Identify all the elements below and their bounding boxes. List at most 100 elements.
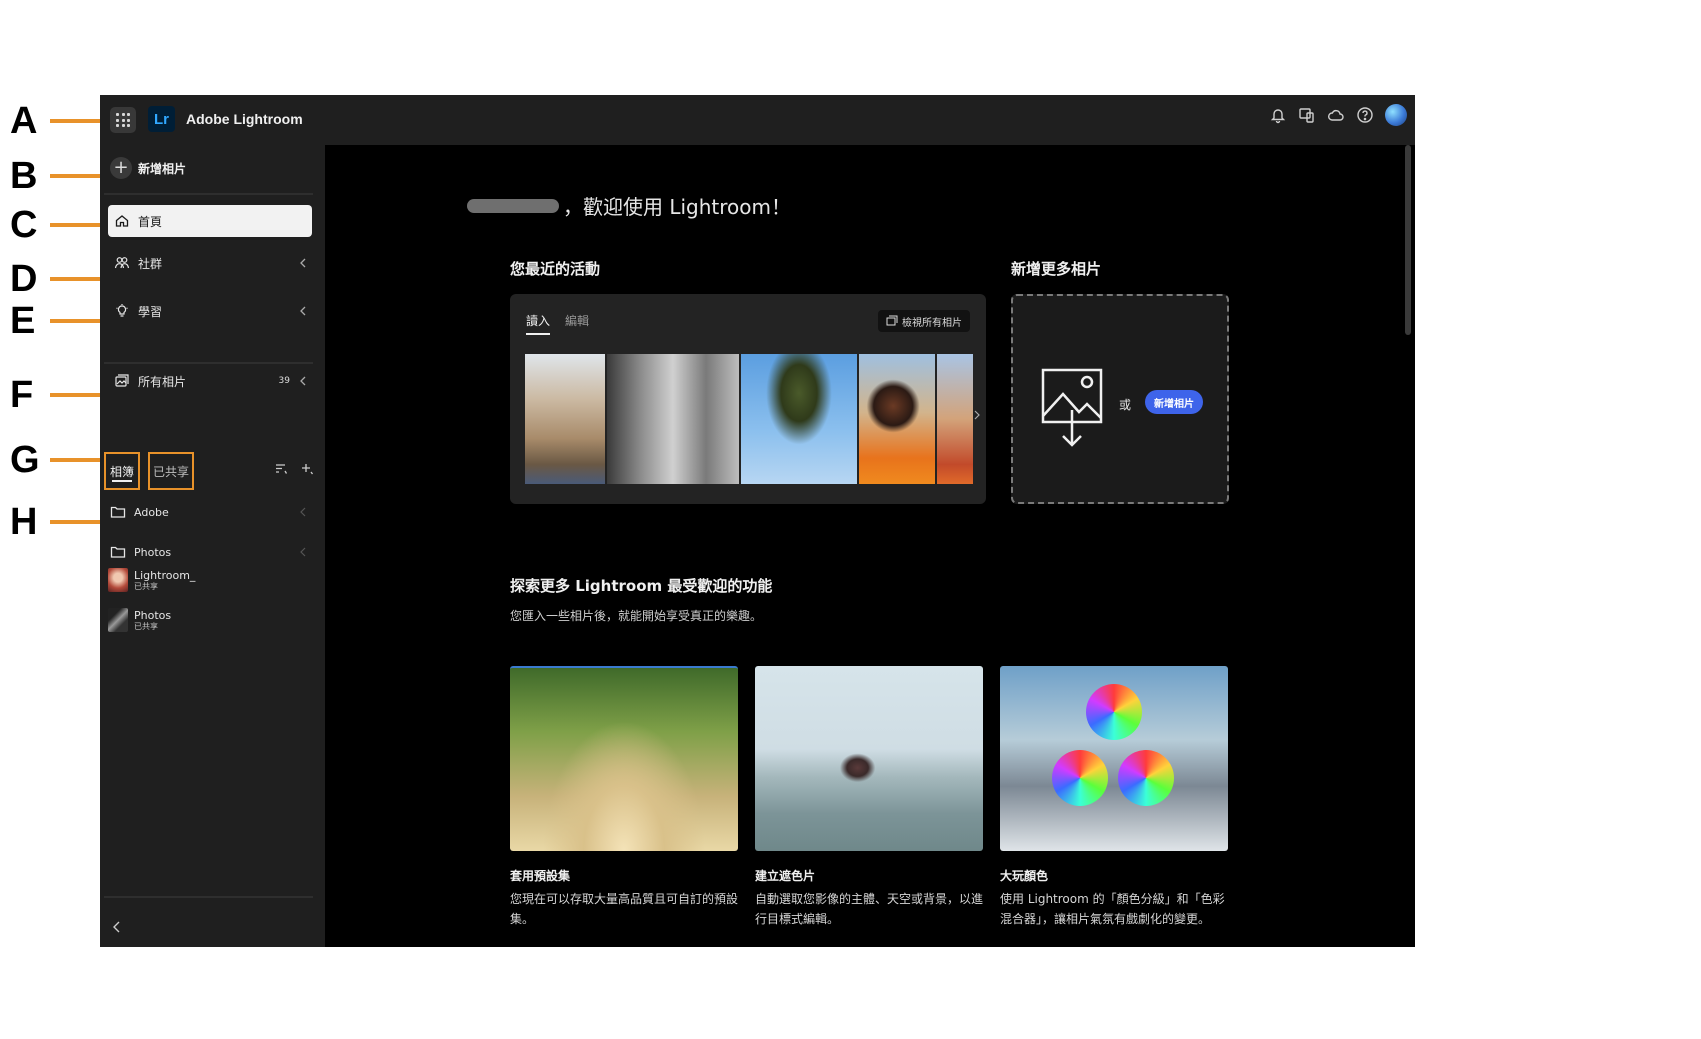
main-content: ，歡迎使用 Lightroom！ 您最近的活動 新增更多相片 讀入 編輯 檢視所…: [325, 145, 1415, 947]
chevron-left-icon[interactable]: [296, 303, 310, 319]
chevron-right-icon[interactable]: [972, 408, 982, 422]
app-window: Lr Adobe Lightroom + 新增相片 首頁 社群 學習 所有相片 …: [100, 95, 1415, 947]
sidebar-item-home[interactable]: 首頁: [108, 205, 312, 237]
recent-activity-heading: 您最近的活動: [510, 260, 601, 278]
photos-icon: [886, 315, 898, 326]
callout-a: A: [10, 100, 108, 142]
recent-photo-street-bw[interactable]: [607, 354, 739, 484]
recent-activity-card: 讀入 編輯 檢視所有相片: [510, 294, 986, 504]
feature-description: 自動選取您影像的主體、天空或背景，以進行目標式編輯。: [755, 892, 984, 926]
lightroom-logo: Lr: [148, 106, 175, 132]
chevron-left-icon[interactable]: [298, 506, 308, 518]
top-bar: Lr Adobe Lightroom: [100, 95, 1415, 145]
feature-title: 套用預設集: [510, 869, 571, 883]
tab-albums[interactable]: 相簿: [104, 452, 140, 490]
album-status: 已共享: [134, 581, 158, 591]
tab-shared[interactable]: 已共享: [148, 452, 194, 490]
photos-icon: [115, 374, 129, 387]
callout-g: G: [10, 439, 106, 481]
devices-icon[interactable]: [1298, 106, 1316, 124]
add-photos-label: 新增相片: [138, 161, 187, 176]
callout-e: E: [10, 300, 108, 342]
feature-card-presets[interactable]: 套用預設集 您現在可以存取大量高品質且可自訂的預設集。: [510, 666, 738, 929]
feature-image: [1000, 666, 1228, 851]
recent-photo-portrait[interactable]: [859, 354, 935, 484]
help-icon[interactable]: [1356, 106, 1374, 124]
callout-f: F: [10, 374, 108, 416]
collapse-sidebar-icon[interactable]: [110, 919, 124, 935]
tab-import[interactable]: 讀入: [526, 312, 551, 335]
chevron-left-icon[interactable]: [296, 373, 310, 389]
add-more-heading: 新增更多相片: [1011, 260, 1102, 278]
feature-card-masks[interactable]: 建立遮色片 自動選取您影像的主體、天空或背景，以進行目標式編輯。: [755, 666, 983, 929]
album-actions: [274, 462, 314, 476]
album-thumbnail: [108, 568, 128, 592]
album-title: Lightroom_: [134, 568, 196, 582]
sort-icon[interactable]: [274, 462, 288, 476]
feature-title: 建立遮色片: [755, 869, 816, 883]
album-label: Photos: [134, 545, 172, 559]
explore-heading: 探索更多 Lightroom 最受歡迎的功能: [510, 577, 773, 595]
recent-photo-cathedral[interactable]: [525, 354, 605, 484]
sidebar-item-label: 學習: [138, 304, 163, 319]
folder-icon: [110, 506, 126, 518]
shared-album-photos[interactable]: Photos 已共享: [108, 608, 171, 632]
album-item-adobe[interactable]: Adobe: [110, 505, 310, 519]
album-status: 已共享: [134, 621, 158, 631]
recent-photo-strip: [525, 354, 973, 484]
sidebar: + 新增相片 首頁 社群 學習 所有相片 39 相簿 已共享 Adobe Pho…: [100, 145, 325, 947]
avatar[interactable]: [1385, 104, 1407, 126]
bell-icon[interactable]: [1269, 106, 1287, 124]
top-icon-group: [1269, 104, 1407, 126]
album-item-photos[interactable]: Photos: [110, 545, 310, 559]
feature-image: [510, 666, 738, 851]
scrollbar[interactable]: [1405, 145, 1411, 335]
cloud-icon[interactable]: [1327, 106, 1345, 124]
or-label: 或: [1119, 398, 1132, 412]
color-wheel: [1118, 750, 1174, 806]
feature-description: 使用 Lightroom 的「顏色分級」和「色彩混合器」，讓相片氣氛有戲劇化的變…: [1000, 892, 1225, 926]
sidebar-item-all-photos[interactable]: 所有相片 39: [108, 365, 312, 397]
chevron-left-icon[interactable]: [298, 546, 308, 558]
add-photos-blue-button[interactable]: 新增相片: [1145, 390, 1203, 414]
tab-edit[interactable]: 編輯: [565, 312, 589, 329]
folder-icon: [110, 546, 126, 558]
feature-description: 您現在可以存取大量高品質且可自訂的預設集。: [510, 892, 739, 926]
grid-icon: [116, 113, 130, 127]
sidebar-item-community[interactable]: 社群: [108, 247, 312, 279]
sidebar-item-label: 所有相片: [138, 374, 187, 389]
divider: [104, 362, 313, 364]
welcome-heading: ，歡迎使用 Lightroom！: [467, 191, 791, 220]
plus-icon: +: [110, 157, 132, 179]
sidebar-item-label: 社群: [138, 256, 163, 271]
feature-card-color[interactable]: 大玩顏色 使用 Lightroom 的「顏色分級」和「色彩混合器」，讓相片氣氛有…: [1000, 666, 1228, 929]
add-photos-dropzone[interactable]: 或 新增相片: [1011, 294, 1229, 504]
color-wheel: [1052, 750, 1108, 806]
view-all-photos-button[interactable]: 檢視所有相片: [878, 310, 970, 332]
divider: [104, 193, 313, 195]
chevron-left-icon[interactable]: [296, 255, 310, 271]
feature-image: [755, 666, 983, 851]
photo-count: 39: [278, 376, 290, 386]
add-photos-button[interactable]: + 新增相片: [110, 157, 186, 179]
shared-album-lightroom[interactable]: Lightroom_ 已共享: [108, 568, 195, 592]
home-icon: [115, 215, 129, 227]
welcome-text: ，歡迎使用 Lightroom！: [563, 195, 792, 219]
learn-icon: [116, 304, 128, 317]
app-title: Adobe Lightroom: [186, 111, 303, 127]
divider: [104, 896, 313, 898]
album-thumbnail: [108, 608, 128, 632]
color-wheel: [1086, 684, 1142, 740]
app-switcher-button[interactable]: [110, 107, 136, 133]
sidebar-item-learn[interactable]: 學習: [108, 295, 312, 327]
community-icon: [114, 257, 130, 269]
feature-title: 大玩顏色: [1000, 869, 1049, 883]
recent-photo-city[interactable]: [937, 354, 973, 484]
album-title: Photos: [134, 608, 172, 622]
redacted-username: [467, 198, 559, 213]
recent-photo-palm[interactable]: [741, 354, 857, 484]
add-album-icon[interactable]: [300, 462, 314, 476]
callout-d: D: [10, 258, 108, 300]
import-image-icon: [1041, 368, 1103, 447]
callout-c: C: [10, 204, 110, 246]
